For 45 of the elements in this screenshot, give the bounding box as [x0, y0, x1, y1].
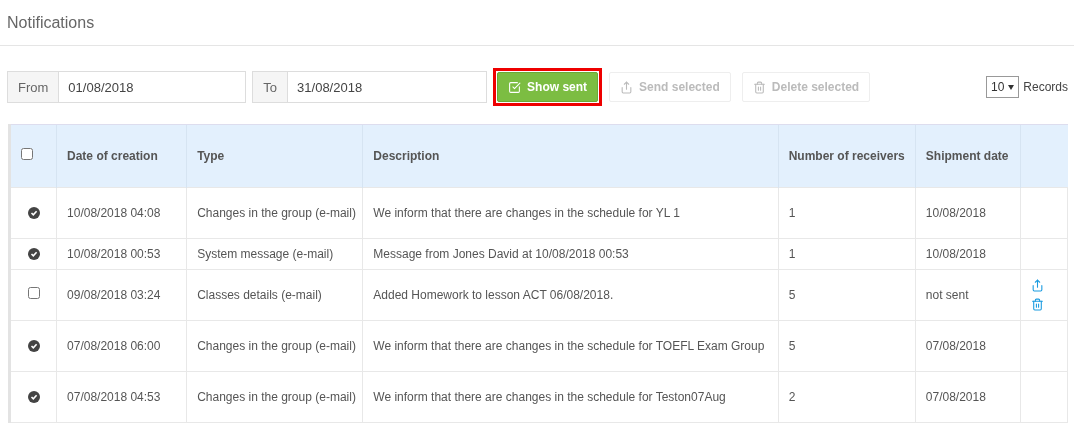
table-cell: Changes in the group (e-mail)	[186, 371, 363, 423]
row-checkbox[interactable]	[27, 287, 40, 299]
column-header: Type	[186, 124, 363, 188]
column-header: Description	[362, 124, 779, 188]
table-cell: 10/08/2018 04:08	[56, 187, 187, 239]
send-icon[interactable]	[1030, 279, 1044, 292]
table-cell: not sent	[915, 269, 1021, 321]
share-icon	[620, 80, 634, 94]
column-header: Date of creation	[56, 124, 187, 188]
table-cell: 07/08/2018	[915, 371, 1021, 423]
table-cell: 07/08/2018	[915, 320, 1021, 372]
table-cell: We inform that there are changes in the schedule for YL 1	[362, 187, 779, 239]
table-cell: Added Homework to lesson ACT 06/08/2018.	[362, 269, 779, 321]
table-cell: 10/08/2018	[915, 187, 1021, 239]
to-label: To	[252, 71, 289, 103]
table-cell: 10/08/2018	[915, 238, 1021, 270]
table-cell: We inform that there are changes in the schedule for TOEFL Exam Group	[362, 320, 779, 372]
table-cell: 1	[778, 238, 916, 270]
page-title: Notifications	[7, 13, 95, 32]
column-header: Shipment date	[915, 124, 1021, 188]
from-label: From	[7, 71, 60, 103]
delete-icon[interactable]	[1030, 298, 1044, 311]
table-cell: 07/08/2018 06:00	[56, 320, 187, 372]
table-cell: Message from Jones David at 10/08/2018 00:53	[362, 238, 779, 270]
table-cell: Changes in the group (e-mail)	[186, 320, 363, 372]
table-cell: 2	[778, 371, 916, 423]
caret-icon	[1008, 84, 1015, 90]
table-cell: 5	[778, 269, 916, 321]
column-header: Number of receivers	[778, 124, 916, 188]
table-cell: System message (e-mail)	[186, 238, 363, 270]
table-cell: 10/08/2018 00:53	[56, 238, 187, 270]
table-cell: Changes in the group (e-mail)	[186, 187, 363, 239]
table-cell: Classes details (e-mail)	[186, 269, 363, 321]
table-cell: 1	[778, 187, 916, 239]
select-all-checkbox[interactable]	[21, 148, 33, 160]
table-cell: 5	[778, 320, 916, 372]
page-size-select[interactable]: 10	[985, 76, 1020, 98]
table-cell: We inform that there are changes in the schedule for Teston07Aug	[362, 371, 779, 423]
checkbox-icon	[508, 80, 522, 94]
table-cell: 07/08/2018 04:53	[56, 371, 187, 423]
to-date-field[interactable]: 31/08/2018	[288, 71, 488, 103]
table-cell: 09/08/2018 03:24	[56, 269, 187, 321]
from-date-field[interactable]: 01/08/2018	[59, 71, 247, 103]
records-label: Records	[1023, 80, 1068, 94]
trash-icon	[752, 80, 766, 94]
